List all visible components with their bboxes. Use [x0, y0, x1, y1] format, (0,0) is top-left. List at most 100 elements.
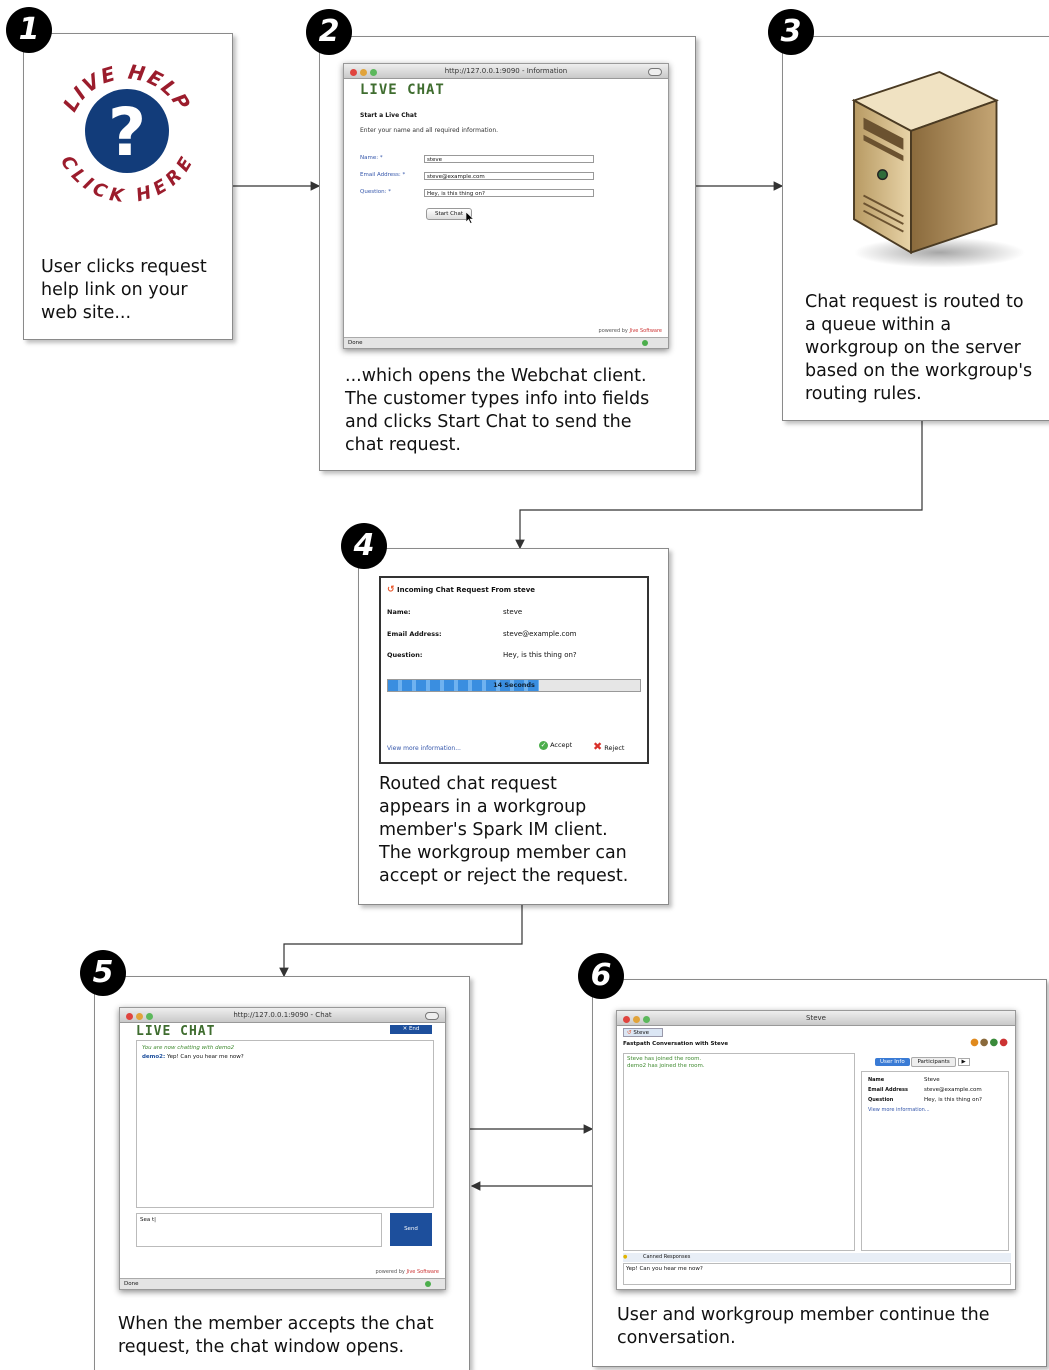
spark-input[interactable]: Yep! Can you hear me now? [623, 1263, 1011, 1285]
info-more-link[interactable]: View more information... [868, 1107, 930, 1113]
spark-system-line-2: demo2 has joined the room. [627, 1063, 705, 1069]
webchat-window-title: http://127.0.0.1:9090 - Information [444, 67, 568, 75]
info-email-value: steve@example.com [924, 1087, 982, 1093]
request-progress-bar: 14 Seconds [387, 679, 641, 692]
info-question-value: Hey, is this thing on? [924, 1097, 982, 1103]
request-row-question-label: Question: [387, 651, 423, 659]
reject-icon: ✖ [593, 740, 603, 753]
step-4-panel: ↺ Incoming Chat Request From steve Name:… [358, 548, 669, 905]
spark-user-info-panel: Name Steve Email Address steve@example.c… [861, 1071, 1009, 1251]
spark-conversation-title: Fastpath Conversation with Steve [623, 1041, 729, 1047]
arrow-4-to-5 [279, 905, 523, 978]
chat-message: Yep! Can you hear me now? [166, 1054, 244, 1060]
email-field[interactable]: steve@example.com [424, 172, 594, 180]
live-help-logo[interactable]: ? LIVE HELP CLICK HERE [52, 56, 202, 206]
request-row-email-label: Email Address: [387, 630, 442, 638]
tab-participants[interactable]: Participants [911, 1057, 956, 1067]
info-question-label: Question [868, 1097, 894, 1103]
reject-label: Reject [604, 744, 625, 752]
help-question-mark: ? [108, 94, 146, 171]
step-6-badge: 6 [578, 953, 624, 999]
step-4-badge: 4 [341, 523, 387, 569]
send-button[interactable]: Send [390, 1213, 432, 1246]
globe-icon[interactable]: ● [990, 1037, 1000, 1048]
reject-button[interactable]: ✖ Reject [593, 740, 624, 753]
accept-button[interactable]: ✓ Accept [539, 741, 572, 750]
info-name-value: Steve [924, 1077, 940, 1083]
chat-statusbar: Done [120, 1278, 445, 1289]
server-icon [851, 70, 1025, 268]
webchat-statusbar: Done [344, 337, 668, 348]
step-2-badge: 2 [306, 9, 352, 55]
spark-transcript: Steve has joined the room. demo2 has joi… [623, 1053, 855, 1251]
question-field[interactable]: Hey, is this thing on? [424, 189, 594, 197]
spark-flame-icon: ↺ [387, 585, 395, 595]
end-chat-button[interactable]: ✕ End [390, 1025, 432, 1034]
spark-system-line-1: Steve has joined the room. [627, 1056, 702, 1062]
canned-responses-dropdown[interactable]: Canned Responses [643, 1254, 690, 1260]
info-name-label: Name [868, 1077, 885, 1083]
spark-tab-icon: ↺ [627, 1030, 632, 1036]
question-label: Question: * [360, 189, 391, 195]
accept-icon: ✓ [539, 741, 548, 750]
view-more-link[interactable]: View more information... [387, 745, 461, 752]
spark-tab-label: Steve [633, 1030, 650, 1036]
end-chat-label: End [408, 1026, 420, 1032]
request-row-name-value: steve [503, 608, 523, 616]
chat-system-line: You are now chatting with demo2 [142, 1045, 235, 1051]
chat-status-text: Done [124, 1281, 139, 1287]
chat-speaker: demo2: [142, 1054, 166, 1060]
chat-heading: LIVE CHAT [136, 1024, 216, 1039]
request-progress-label: 14 Seconds [493, 681, 535, 689]
spark-toolbar-icons[interactable]: ●●●● [970, 1037, 1009, 1048]
step-1-badge: 1 [6, 7, 52, 53]
webchat-status-text: Done [348, 340, 363, 346]
chat-window: http://127.0.0.1:9090 - Chat LIVE CHAT ✕… [119, 1007, 446, 1290]
accept-label: Accept [550, 741, 573, 749]
step-3-caption: Chat request is routed to a queue within… [805, 292, 1033, 404]
webchat-powered-by: powered by Jive Software [598, 328, 662, 334]
request-row-name-label: Name: [387, 608, 411, 616]
incoming-request-dialog: ↺ Incoming Chat Request From steve Name:… [379, 576, 649, 764]
request-row-question-value: Hey, is this thing on? [503, 651, 577, 659]
info-email-label: Email Address [868, 1087, 909, 1093]
webchat-subheading: Start a Live Chat [360, 112, 417, 119]
spark-titlebar: Steve [617, 1011, 1015, 1026]
step-5-badge: 5 [80, 950, 126, 996]
incoming-request-header: ↺ Incoming Chat Request From steve [387, 585, 535, 595]
tab-user-info[interactable]: User Info [875, 1058, 910, 1066]
users-icon[interactable]: ● [980, 1037, 990, 1048]
chat-message-line: demo2: Yep! Can you hear me now? [142, 1054, 244, 1060]
step-5-caption: When the member accepts the chat request… [118, 1314, 434, 1357]
chat-status-ok-icon [425, 1281, 431, 1287]
incoming-request-title: Incoming Chat Request From steve [396, 586, 536, 594]
record-icon[interactable]: ● [999, 1037, 1009, 1048]
spark-input-toolbar: ● Canned Responses [623, 1253, 1011, 1262]
step-1-caption: User clicks request help link on your we… [41, 257, 207, 323]
spark-window: Steve ↺ Steve Fastpath Conversation with… [616, 1010, 1016, 1290]
webchat-instructions: Enter your name and all required informa… [360, 127, 499, 134]
tab-more-arrow-icon[interactable]: ▶ [957, 1058, 970, 1066]
step-2-caption: ...which opens the Webchat client. The c… [345, 366, 650, 455]
chat-window-title: http://127.0.0.1:9090 - Chat [233, 1011, 332, 1019]
step-5-panel: http://127.0.0.1:9090 - Chat LIVE CHAT ✕… [94, 976, 470, 1370]
step-3-badge: 3 [768, 9, 814, 55]
webchat-titlebar: http://127.0.0.1:9090 - Information [344, 64, 668, 79]
chat-transcript: You are now chatting with demo2 demo2: Y… [136, 1040, 434, 1208]
name-field[interactable]: steve [424, 155, 594, 163]
close-icon: ✕ [402, 1026, 408, 1032]
step-4-caption: Routed chat request appears in a workgro… [379, 774, 629, 886]
mouse-cursor-icon [466, 212, 474, 224]
spark-tab[interactable]: ↺ Steve [623, 1028, 663, 1037]
webchat-form-window: http://127.0.0.1:9090 - Information LIVE… [343, 63, 669, 349]
spark-side-tabs: User Info Participants ▶ [875, 1057, 970, 1067]
step-1-panel: ? LIVE HELP CLICK HERE User clicks reque… [23, 33, 233, 340]
emoticon-icon[interactable]: ● [623, 1254, 627, 1260]
chat-powered-by: powered by Jive Software [375, 1269, 439, 1275]
chat-titlebar: http://127.0.0.1:9090 - Chat [120, 1008, 445, 1023]
step-2-panel: http://127.0.0.1:9090 - Information LIVE… [319, 36, 696, 471]
chat-input[interactable]: Sea t| [136, 1213, 382, 1247]
user-icon[interactable]: ● [970, 1037, 980, 1048]
email-label: Email Address: * [360, 172, 406, 178]
spark-window-title: Steve [806, 1014, 826, 1022]
